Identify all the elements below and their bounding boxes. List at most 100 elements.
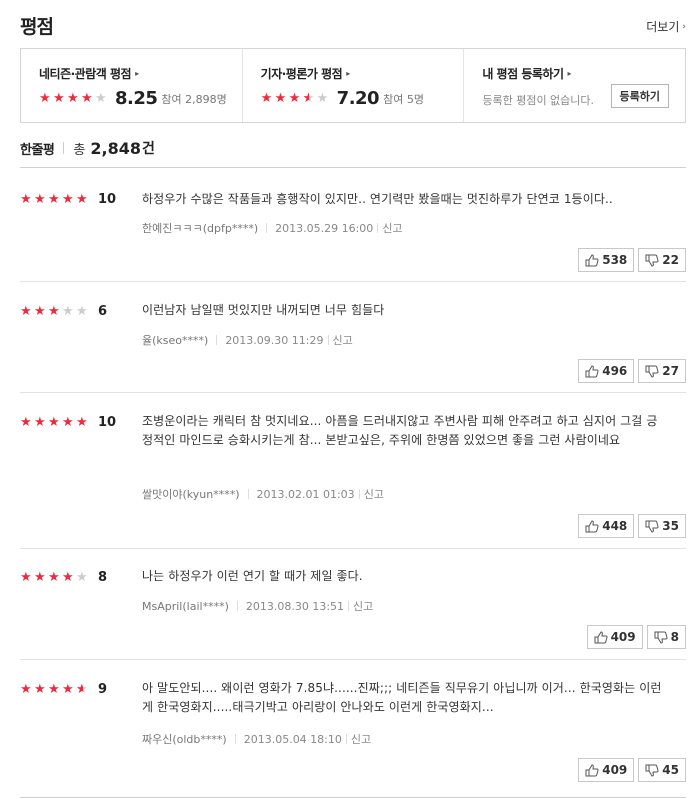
netizen-score-label: 네티즌·관람객 평점 <box>39 67 132 81</box>
divider <box>234 734 236 744</box>
review-item: ★ ★ ★ ★ ★ 6 이런남자 남일땐 멋있지만 내꺼되면 너무 힘들다 율(kseo… <box>20 282 686 393</box>
review-star-rating: ★ ★ ★ ★ ★ <box>20 305 90 318</box>
like-button[interactable]: 496 <box>578 359 635 383</box>
thumbs-up-icon <box>585 364 599 377</box>
divider <box>236 601 238 611</box>
my-score-link[interactable]: 내 평점 등록하기 ▸ <box>482 65 685 82</box>
star-icon: ★ <box>67 91 79 106</box>
star-icon: ★ <box>62 682 74 697</box>
review-text: 조병운이라는 캐릭터 참 멋지네요... 아픔을 드러내지않고 주변사람 피해 … <box>142 414 658 447</box>
star-icon: ★ <box>20 304 32 319</box>
chevron-right-icon: ▸ <box>135 69 139 78</box>
review-votes: 409 8 <box>583 625 686 649</box>
netizen-participants: 참여 2,898명 <box>161 92 227 106</box>
divider <box>348 601 350 611</box>
review-author: 쌀맛이야(kyun****) <box>142 488 240 501</box>
star-icon: ★ <box>76 415 88 430</box>
review-date: 2013.09.30 11:29 <box>225 333 324 347</box>
divider <box>266 223 268 233</box>
star-icon: ★ <box>76 192 88 207</box>
review-votes: 496 27 <box>574 359 686 383</box>
divider <box>327 335 329 345</box>
chevron-right-icon: ▸ <box>346 69 350 78</box>
review-date: 2013.02.01 01:03 <box>256 487 355 501</box>
critic-participants: 참여 5명 <box>383 92 424 106</box>
critic-score-value: 7.20 <box>336 88 380 109</box>
more-link-label: 더보기 <box>646 20 680 34</box>
review-votes: 409 45 <box>574 758 686 782</box>
report-link[interactable]: 신고 <box>333 332 353 348</box>
star-icon: ★ <box>260 91 273 106</box>
dislike-button[interactable]: 27 <box>638 359 686 383</box>
review-score-value: 10 <box>98 192 117 207</box>
comments-header: 한줄평 총 2,848 건 <box>20 138 155 158</box>
like-button[interactable]: 409 <box>578 758 635 782</box>
star-icon: ★ <box>316 91 329 106</box>
more-link[interactable]: 더보기 › <box>646 18 686 35</box>
review-star-rating: ★ ★ ★ ★ ★ <box>20 571 90 584</box>
star-icon: ★ <box>62 192 74 207</box>
star-icon: ★ <box>95 91 107 106</box>
divider <box>63 142 65 154</box>
dislike-button[interactable]: 35 <box>638 514 686 538</box>
dislike-count: 35 <box>662 519 679 533</box>
star-icon: ★ <box>48 304 60 319</box>
star-icon: ★ <box>303 92 316 105</box>
critic-star-rating: ★ ★ ★ ★ ★ <box>261 92 331 105</box>
thumbs-down-icon <box>645 764 659 777</box>
report-link[interactable]: 신고 <box>382 220 402 236</box>
review-meta: 율(kseo****) 2013.09.30 11:29 신고 <box>142 332 353 348</box>
review-text: 아 말도안되.... 왜이런 영화가 7.85냐......진짜;;; 네티즌들… <box>142 681 662 714</box>
star-icon: ★ <box>274 91 287 106</box>
like-button[interactable]: 538 <box>578 248 635 272</box>
review-author: 짜우신(oldb****) <box>142 733 227 746</box>
like-count: 448 <box>602 519 628 533</box>
review-item: ★ ★ ★ ★ ★ 8 나는 하정우가 이런 연기 할 때가 제일 좋다. MsApri… <box>20 549 686 660</box>
review-text: 나는 하정우가 이런 연기 할 때가 제일 좋다. <box>142 569 363 583</box>
register-score-button[interactable]: 등록하기 <box>610 84 670 108</box>
star-icon: ★ <box>34 682 46 697</box>
star-icon: ★ <box>62 304 74 319</box>
review-author: 한예진ㅋㅋㅋ(dpfp****) <box>142 222 259 235</box>
star-icon: ★ <box>48 682 60 697</box>
critic-score-link[interactable]: 기자·평론가 평점 ▸ <box>261 65 464 82</box>
report-link[interactable]: 신고 <box>353 598 373 614</box>
divider <box>247 489 249 499</box>
divider <box>216 335 218 345</box>
like-button[interactable]: 448 <box>578 514 635 538</box>
review-meta: 한예진ㅋㅋㅋ(dpfp****) 2013.05.29 16:00 신고 <box>142 220 403 236</box>
review-score-value: 10 <box>98 415 117 430</box>
section-header: 평점 더보기 › <box>20 10 686 40</box>
divider <box>377 223 379 233</box>
star-icon: ★ <box>20 192 32 207</box>
report-link[interactable]: 신고 <box>364 486 384 502</box>
report-link[interactable]: 신고 <box>351 731 371 747</box>
star-icon: ★ <box>76 304 88 319</box>
star-icon: ★ <box>288 91 301 106</box>
star-icon: ★ <box>48 570 60 585</box>
critic-score-label: 기자·평론가 평점 <box>260 67 343 81</box>
review-meta: MsApril(lail****) 2013.08.30 13:51 신고 <box>142 598 373 614</box>
star-icon: ★ <box>76 683 89 696</box>
review-star-rating: ★ ★ ★ ★ ★ <box>20 193 90 206</box>
review-score: ★ ★ ★ ★ ★ 10 <box>20 192 116 207</box>
thumbs-down-icon <box>645 520 659 533</box>
review-item: ★ ★ ★ ★ ★ 10 하정우가 수많은 작품들과 흥행작이 있지만.. 연기력만 봤… <box>20 168 686 282</box>
review-meta: 쌀맛이야(kyun****) 2013.02.01 01:03 신고 <box>142 486 384 502</box>
dislike-button[interactable]: 8 <box>646 625 686 649</box>
netizen-score-link[interactable]: 네티즌·관람객 평점 ▸ <box>39 65 242 82</box>
dislike-count: 45 <box>662 763 679 777</box>
review-item: ★★★★★ 9 아 말도안되.... 왜이런 영화가 7.85냐......진짜… <box>20 660 686 798</box>
star-icon: ★ <box>62 570 74 585</box>
like-button[interactable]: 409 <box>586 625 643 649</box>
review-star-rating: ★ ★ ★ ★ ★ <box>20 416 90 429</box>
star-icon: ★ <box>53 91 65 106</box>
dislike-button[interactable]: 45 <box>638 758 686 782</box>
netizen-score: 네티즌·관람객 평점 ▸ ★ ★ ★ ★ ★ 8.25 참여 2,898명 <box>21 49 242 122</box>
thumbs-up-icon <box>594 630 608 643</box>
review-score-value: 9 <box>98 682 108 697</box>
review-score: ★ ★ ★ ★ ★ 6 <box>20 304 107 319</box>
dislike-button[interactable]: 22 <box>638 248 686 272</box>
my-score: 내 평점 등록하기 ▸ 등록한 평점이 없습니다. 등록하기 <box>463 49 685 122</box>
comments-total-label: 총 <box>73 142 86 158</box>
